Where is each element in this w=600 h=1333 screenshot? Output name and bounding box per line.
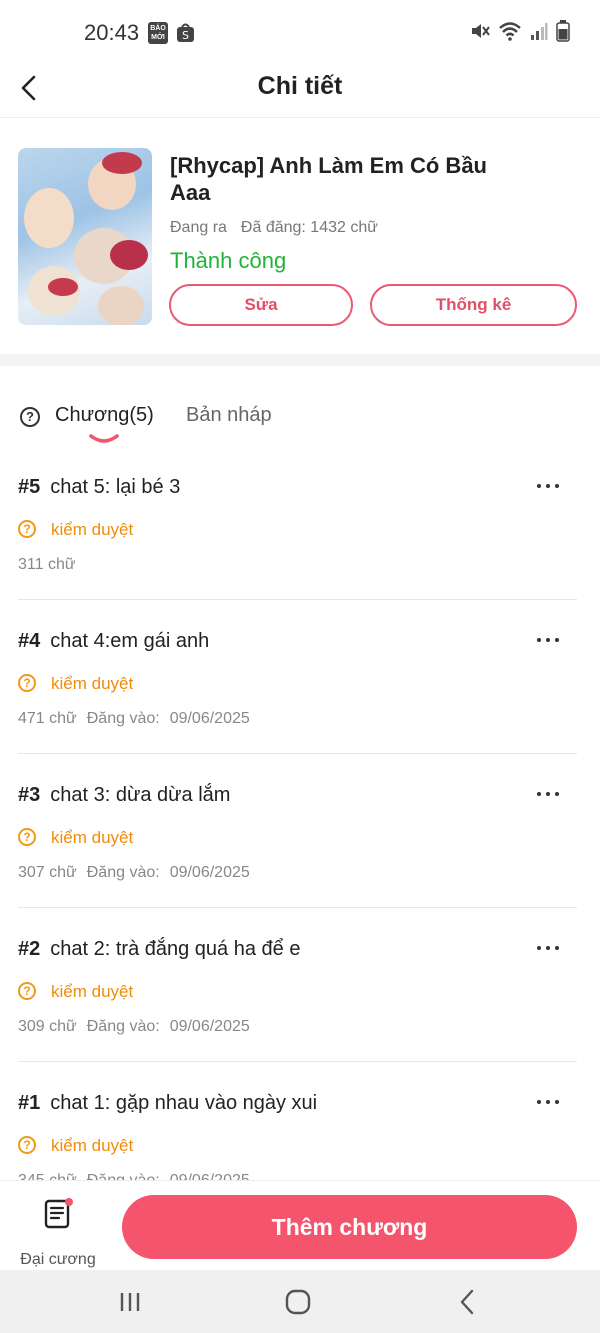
recent-apps-icon [110, 1293, 150, 1322]
bao-moi-icon: BÁO MỚI [148, 22, 168, 44]
question-circle-icon: ? [18, 520, 36, 538]
tab-chapters[interactable]: Chương(5) [55, 404, 154, 427]
outline-label: Đại cương [20, 1251, 96, 1268]
list-item[interactable]: #4 chat 4:em gái anh ? kiểm duyệt 471 chữ… [18, 600, 577, 754]
shop-icon: S [176, 23, 195, 48]
edit-button[interactable]: Sửa [169, 284, 353, 326]
review-status: kiểm duyệt [51, 828, 134, 847]
wifi-icon [498, 21, 522, 46]
more-options-button[interactable] [535, 936, 565, 960]
chapter-word-count: 307 chữ [18, 864, 77, 881]
chapter-name: chat 5: lại bé 3 [50, 476, 181, 498]
story-status: Thành công [170, 248, 287, 273]
add-chapter-button[interactable]: Thêm chương [122, 1195, 577, 1259]
chapter-number: #4 [18, 630, 41, 652]
chapter-name: chat 4:em gái anh [50, 630, 210, 652]
story-info: [Rhycap] Anh Làm Em Có Bầu Aaa Đang ra Đã… [0, 118, 600, 354]
status-time: 20:43 [84, 20, 140, 45]
chapter-meta: 311 chữ [18, 556, 76, 574]
posted-date: 09/06/2025 [169, 1018, 250, 1035]
chapter-title: #2 chat 2: trà đắng quá ha để e [18, 938, 300, 961]
review-status: kiểm duyệt [51, 1136, 134, 1155]
posted-date: 09/06/2025 [169, 864, 250, 881]
question-circle-icon: ? [18, 828, 36, 846]
posted-label: Đăng vào: [86, 710, 160, 727]
page-title: Chi tiết [257, 72, 343, 100]
more-options-button[interactable] [535, 474, 565, 498]
chapter-meta: 345 chữ Đăng vào: 09/06/2025 [18, 1172, 250, 1180]
system-back-button[interactable] [448, 1286, 488, 1318]
chapter-meta: 309 chữ Đăng vào: 09/06/2025 [18, 1018, 250, 1036]
question-circle-icon: ? [18, 982, 36, 1000]
help-icon[interactable]: ? [20, 407, 40, 427]
story-meta: Đang ra Đã đăng: 1432 chữ [170, 219, 378, 237]
status-bar: 20:43 BÁO MỚI S [0, 0, 600, 66]
chapter-name: chat 3: dừa dừa lắm [50, 784, 231, 806]
chapter-list: #5 chat 5: lại bé 3 ? kiểm duyệt 311 chữ … [18, 446, 577, 1180]
list-item[interactable]: #2 chat 2: trà đắng quá ha để e ? kiểm du… [18, 908, 577, 1062]
chapter-name: chat 2: trà đắng quá ha để e [50, 938, 301, 960]
home-button[interactable] [278, 1286, 318, 1318]
story-title: [Rhycap] Anh Làm Em Có Bầu Aaa [170, 153, 487, 205]
system-navigation-bar [0, 1270, 600, 1333]
question-circle-icon: ? [18, 674, 36, 692]
recent-apps-button[interactable] [110, 1286, 150, 1318]
chapter-title: #3 chat 3: dừa dừa lắm [18, 784, 230, 807]
posted-label: Đăng vào: [87, 1172, 160, 1180]
bottom-action-bar: Đại cương Thêm chương [0, 1180, 600, 1270]
stats-button[interactable]: Thống kê [370, 284, 577, 326]
review-status: kiểm duyệt [51, 982, 134, 1001]
active-tab-indicator [88, 432, 120, 444]
signal-icon [530, 21, 548, 46]
posted-label: Đăng vào: [86, 864, 160, 881]
story-cover-image[interactable] [18, 148, 152, 325]
more-options-button[interactable] [535, 1090, 565, 1114]
list-item[interactable]: #5 chat 5: lại bé 3 ? kiểm duyệt 311 chữ [18, 446, 577, 600]
story-state: Đang ra [170, 219, 227, 236]
story-word-count: Đã đăng: 1432 chữ [240, 219, 378, 236]
chapter-word-count: 345 chữ [18, 1172, 77, 1180]
battery-icon [556, 20, 570, 47]
svg-text:S: S [182, 29, 189, 42]
review-status: kiểm duyệt [51, 674, 134, 693]
chapter-word-count: 309 chữ [18, 1018, 77, 1035]
chapter-meta: 307 chữ Đăng vào: 09/06/2025 [18, 864, 250, 882]
chapter-word-count: 311 chữ [18, 556, 76, 573]
chapter-number: #2 [18, 938, 41, 960]
mute-icon [470, 21, 490, 46]
posted-date: 09/06/2025 [169, 710, 250, 727]
chapter-meta: 471 chữ Đăng vào: 09/06/2025 [18, 710, 250, 728]
chapter-title: #5 chat 5: lại bé 3 [18, 476, 180, 499]
chapter-title: #4 chat 4:em gái anh [18, 630, 209, 653]
status-icons [470, 20, 570, 47]
chapter-tabs: ? Chương(5) Bản nháp [0, 396, 600, 446]
more-options-button[interactable] [535, 782, 565, 806]
list-item[interactable]: #1 chat 1: gặp nhau vào ngày xui ? kiểm d… [18, 1062, 577, 1180]
tab-drafts[interactable]: Bản nháp [186, 404, 272, 427]
chapter-word-count: 471 chữ [18, 710, 77, 727]
chapter-number: #3 [18, 784, 41, 806]
outline-button[interactable]: Đại cương [10, 1195, 110, 1268]
section-divider [0, 354, 600, 366]
more-options-button[interactable] [535, 628, 565, 652]
document-icon [44, 1197, 74, 1229]
list-item[interactable]: #3 chat 3: dừa dừa lắm ? kiểm duyệt 307 c… [18, 754, 577, 908]
review-status: kiểm duyệt [51, 520, 134, 539]
chapter-number: #5 [18, 476, 41, 498]
posted-date: 09/06/2025 [170, 1172, 250, 1180]
chapter-name: chat 1: gặp nhau vào ngày xui [50, 1092, 318, 1114]
question-circle-icon: ? [18, 1136, 36, 1154]
chapter-title: #1 chat 1: gặp nhau vào ngày xui [18, 1092, 317, 1115]
app-header: Chi tiết [0, 66, 600, 118]
posted-label: Đăng vào: [86, 1018, 160, 1035]
chapter-number: #1 [18, 1092, 41, 1114]
home-icon [278, 1289, 318, 1322]
back-arrow-icon [448, 1289, 488, 1322]
